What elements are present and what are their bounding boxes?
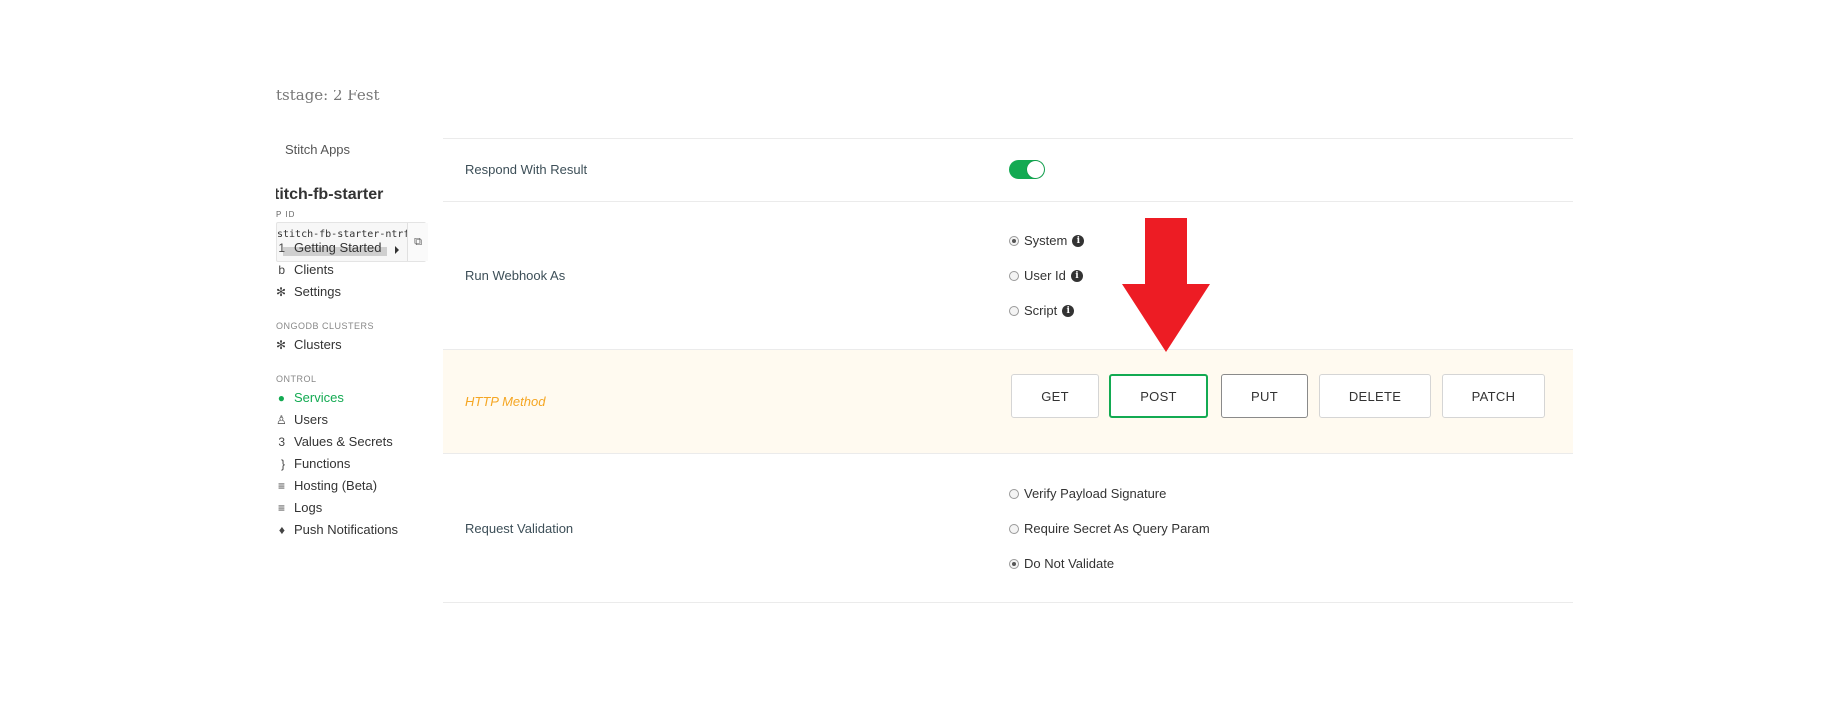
- radio-button[interactable]: [1009, 305, 1019, 316]
- clients-icon: b: [278, 262, 285, 277]
- scroll-right-arrow-icon[interactable]: [395, 246, 399, 254]
- run-webhook-as-label: Run Webhook As: [465, 268, 566, 283]
- sidebar-item-values-secrets[interactable]: 3 Values & Secrets: [276, 434, 393, 449]
- sidebar-item-label: Settings: [294, 284, 341, 299]
- radio-user-id[interactable]: User Id i: [1009, 268, 1083, 283]
- radio-label: Verify Payload Signature: [1024, 486, 1167, 501]
- http-method-put-button[interactable]: PUT: [1221, 374, 1308, 418]
- back-to-stitch-apps-link[interactable]: Stitch Apps: [285, 142, 350, 157]
- radio-label: Do Not Validate: [1024, 556, 1115, 571]
- section-header-control: ONTROL: [276, 374, 317, 384]
- logs-icon: ≡: [277, 500, 285, 515]
- info-icon[interactable]: i: [1072, 234, 1085, 247]
- radio-button[interactable]: [1009, 523, 1019, 534]
- radio-button[interactable]: [1009, 488, 1019, 499]
- functions-icon: }: [280, 456, 285, 471]
- sidebar-item-label: Functions: [294, 456, 351, 471]
- radio-label: Require Secret As Query Param: [1024, 521, 1210, 536]
- http-method-post-button[interactable]: POST: [1109, 374, 1208, 418]
- gear-icon: ✻: [276, 284, 285, 299]
- radio-button-selected[interactable]: [1009, 235, 1019, 246]
- info-icon[interactable]: i: [1070, 269, 1083, 282]
- http-method-delete-button[interactable]: DELETE: [1319, 374, 1431, 418]
- push-notifications-icon: ♦: [278, 522, 285, 537]
- sidebar-item-functions[interactable]: } Functions: [276, 456, 350, 471]
- hosting-icon: ≡: [277, 478, 285, 493]
- getting-started-icon: 1: [278, 240, 285, 255]
- http-method-row: HTTP Method GET POST PUT DELETE PATCH: [443, 349, 1573, 453]
- radio-label: User Id: [1024, 268, 1066, 283]
- sidebar-item-clusters[interactable]: ✻ Clusters: [276, 337, 342, 352]
- app-id-value[interactable]: stitch-fb-starter-ntrfl: [277, 229, 407, 240]
- app-name: titch-fb-starter: [276, 186, 384, 203]
- users-icon: ♙: [276, 412, 285, 427]
- respond-with-result-label: Respond With Result: [465, 162, 588, 177]
- red-down-arrow-icon: [1122, 218, 1210, 352]
- copy-icon[interactable]: ⧉: [407, 223, 428, 261]
- sidebar-item-users[interactable]: ♙ Users: [276, 412, 328, 427]
- radio-button-selected[interactable]: [1009, 558, 1019, 569]
- radio-system[interactable]: System i: [1009, 233, 1085, 248]
- radio-label: System: [1024, 233, 1068, 248]
- sidebar-item-hosting[interactable]: ≡ Hosting (Beta): [276, 478, 377, 493]
- sidebar-item-clients[interactable]: b Clients: [276, 262, 334, 277]
- sidebar-item-services[interactable]: ● Services: [276, 390, 344, 405]
- info-icon[interactable]: i: [1062, 304, 1075, 317]
- radio-script[interactable]: Script i: [1009, 303, 1075, 318]
- radio-require-secret-query-param[interactable]: Require Secret As Query Param: [1009, 521, 1210, 536]
- sidebar-item-settings[interactable]: ✻ Settings: [276, 284, 341, 299]
- sidebar-item-label: Clients: [294, 262, 334, 277]
- radio-label: Script: [1024, 303, 1058, 318]
- sidebar-item-label: Users: [294, 412, 328, 427]
- request-validation-row: Request Validation Verify Payload Signat…: [443, 453, 1573, 603]
- values-icon: 3: [278, 434, 285, 449]
- sidebar-item-label: Push Notifications: [294, 522, 399, 537]
- respond-with-result-toggle[interactable]: [1009, 160, 1045, 179]
- sidebar-item-label: Getting Started: [294, 240, 382, 255]
- sidebar-item-label: Hosting (Beta): [294, 478, 378, 493]
- http-method-get-button[interactable]: GET: [1011, 374, 1099, 418]
- sidebar-item-label: Services: [294, 390, 344, 405]
- sidebar-item-label: Logs: [294, 500, 323, 515]
- sidebar-item-label: Values & Secrets: [294, 434, 393, 449]
- sidebar-item-getting-started[interactable]: 1 Getting Started: [276, 240, 381, 255]
- section-header-clusters: ONGODB CLUSTERS: [276, 321, 375, 331]
- http-method-patch-button[interactable]: PATCH: [1442, 374, 1545, 418]
- sidebar-cut-title: tstage: 2 Fest: [276, 90, 380, 104]
- sidebar: tstage: 2 Fest Stitch Apps titch-fb-star…: [276, 90, 428, 625]
- run-webhook-as-row: Run Webhook As System i User Id i Script…: [443, 201, 1573, 349]
- radio-do-not-validate[interactable]: Do Not Validate: [1009, 556, 1114, 571]
- radio-verify-payload-signature[interactable]: Verify Payload Signature: [1009, 486, 1166, 501]
- toggle-knob: [1027, 161, 1044, 178]
- http-method-label: HTTP Method: [465, 394, 546, 409]
- radio-button[interactable]: [1009, 270, 1019, 281]
- sidebar-item-logs[interactable]: ≡ Logs: [276, 500, 322, 515]
- sidebar-item-label: Clusters: [294, 337, 342, 352]
- sidebar-item-push-notifications[interactable]: ♦ Push Notifications: [276, 522, 398, 537]
- request-validation-label: Request Validation: [465, 521, 574, 536]
- clusters-icon: ✻: [276, 337, 285, 352]
- app-id-label: P ID: [276, 210, 296, 219]
- respond-with-result-row: Respond With Result: [443, 138, 1573, 201]
- services-icon: ●: [277, 390, 285, 405]
